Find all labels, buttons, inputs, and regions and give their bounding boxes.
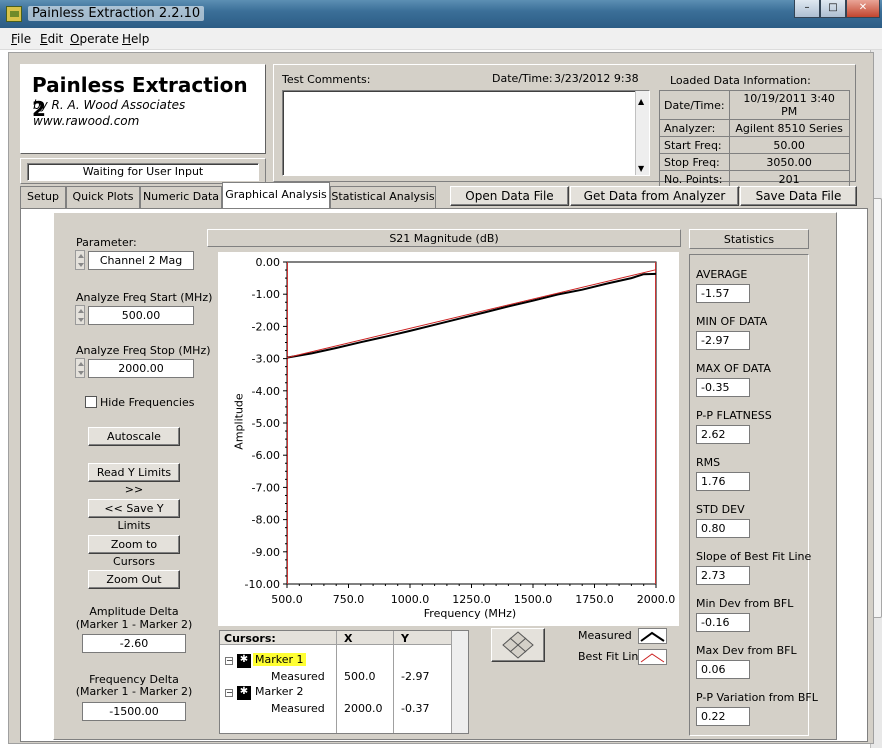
stat-value: 0.06: [696, 660, 750, 679]
y-tick-label: -4.00: [252, 385, 280, 398]
marker-2-sub: Measured: [271, 702, 325, 715]
legend-measured-swatch: [638, 628, 667, 644]
stat-value: 0.22: [696, 707, 750, 726]
y-tick-label: -1.00: [252, 288, 280, 301]
cursor-mover-button[interactable]: [491, 628, 545, 662]
stat-value: 2.73: [696, 566, 750, 585]
y-tick-label: 0.00: [256, 256, 281, 269]
y-tick-label: -2.00: [252, 320, 280, 333]
marker-2-x: 2000.0: [344, 702, 383, 715]
cursor-table: Cursors: X Y − ✱ Marker 1 Measured 500.0…: [219, 630, 469, 734]
stat-value: -0.16: [696, 613, 750, 632]
y-axis-label: Amplitude: [232, 393, 246, 450]
marker-1-sub: Measured: [271, 670, 325, 683]
cursor-move-icon: [502, 631, 534, 659]
y-tick-label: -7.00: [252, 481, 280, 494]
y-tick-label: -10.00: [245, 578, 280, 591]
marker-1-x: 500.0: [344, 670, 376, 683]
legend-bestfit-label: Best Fit Line: [578, 650, 646, 663]
stat-label: MIN OF DATA: [696, 315, 768, 328]
marker-1-label[interactable]: Marker 1: [253, 653, 306, 666]
statistics-title: Statistics: [723, 233, 775, 246]
stat-label: P-P Variation from BFL: [696, 691, 818, 704]
cursor-table-scrollbar[interactable]: [452, 631, 468, 733]
x-tick-label: 1250.0: [452, 593, 491, 606]
collapse-icon[interactable]: −: [225, 689, 233, 697]
y-tick-label: -6.00: [252, 449, 280, 462]
cursor-header-x: X: [344, 632, 353, 645]
stat-label: Max Dev from BFL: [696, 644, 797, 657]
statistics-header: Statistics: [689, 229, 809, 249]
y-tick-label: -5.00: [252, 417, 280, 430]
plot-frame: [286, 261, 657, 585]
y-tick-label: -8.00: [252, 514, 280, 527]
x-tick-label: 1500.0: [514, 593, 553, 606]
marker-1-y: -2.97: [401, 670, 430, 683]
y-tick-label: -3.00: [252, 353, 280, 366]
stat-label: P-P FLATNESS: [696, 409, 772, 422]
x-tick-label: 1000.0: [391, 593, 430, 606]
x-tick-label: 750.0: [333, 593, 365, 606]
stat-label: RMS: [696, 456, 721, 469]
stat-label: AVERAGE: [696, 268, 748, 281]
legend-measured-label: Measured: [578, 629, 632, 642]
collapse-icon[interactable]: −: [225, 657, 233, 665]
stat-label: Min Dev from BFL: [696, 597, 794, 610]
stat-value: -0.35: [696, 378, 750, 397]
stat-value: 0.80: [696, 519, 750, 538]
x-axis-label: Frequency (MHz): [423, 607, 517, 620]
legend-bestfit-swatch: [638, 649, 667, 665]
marker-2-y: -0.37: [401, 702, 430, 715]
stat-label: MAX OF DATA: [696, 362, 771, 375]
marker-icon: ✱: [237, 654, 251, 668]
stat-label: STD DEV: [696, 503, 745, 516]
x-tick-label: 500.0: [271, 593, 303, 606]
legend: Measured Best Fit Line: [572, 628, 672, 668]
stat-value: 1.76: [696, 472, 750, 491]
stat-value: -1.57: [696, 284, 750, 303]
y-tick-label: -9.00: [252, 546, 280, 559]
cursor-header-name: Cursors:: [224, 632, 276, 645]
cursor-header-y: Y: [401, 632, 409, 645]
x-tick-label: 2000.0: [637, 593, 676, 606]
x-tick-label: 1750.0: [575, 593, 614, 606]
marker-icon: ✱: [237, 686, 251, 700]
stat-label: Slope of Best Fit Line: [696, 550, 812, 563]
stat-value: -2.97: [696, 331, 750, 350]
stat-value: 2.62: [696, 425, 750, 444]
marker-2-label[interactable]: Marker 2: [255, 685, 304, 698]
